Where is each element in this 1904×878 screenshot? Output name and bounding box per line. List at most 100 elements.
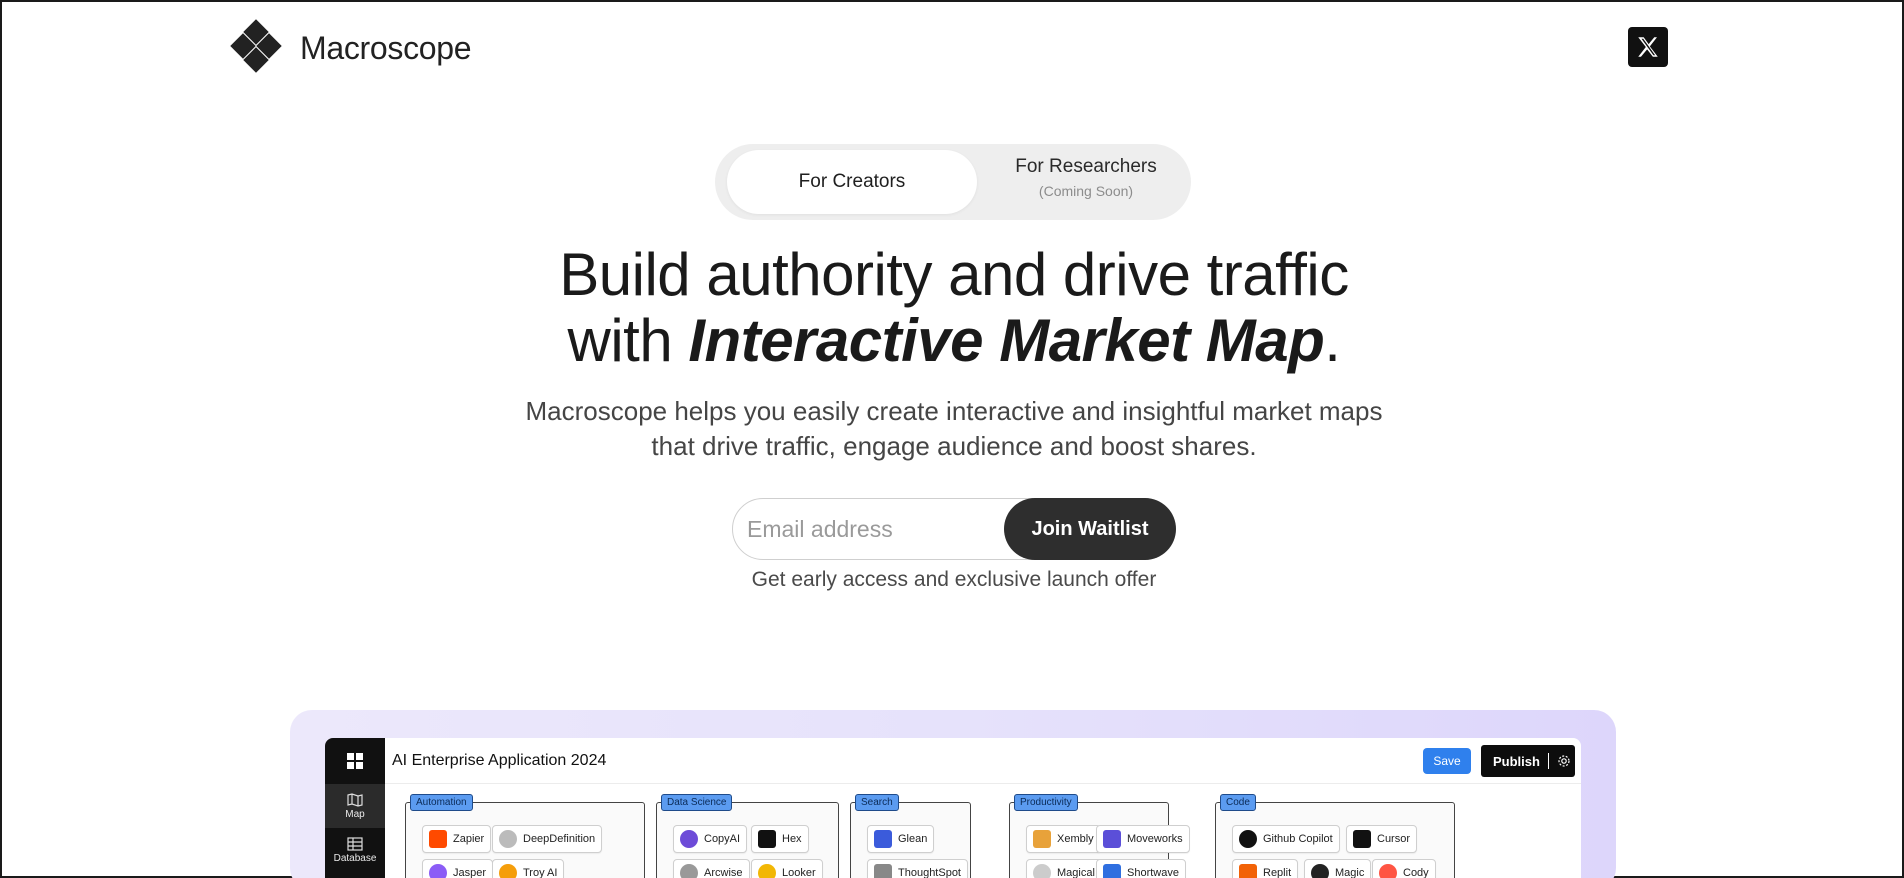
github-logo-icon xyxy=(1239,830,1257,848)
subline-line-2: that drive traffic, engage audience and … xyxy=(651,431,1257,461)
chip-label: DeepDefinition xyxy=(523,833,596,845)
category-tag: Automation xyxy=(410,794,473,811)
copyai-logo-icon xyxy=(680,830,698,848)
company-chip[interactable]: DeepDefinition xyxy=(492,825,603,853)
hero-subline: Macroscope helps you easily create inter… xyxy=(2,394,1904,464)
chip-label: Looker xyxy=(782,867,816,878)
company-chip[interactable]: Github Copilot xyxy=(1232,825,1340,853)
chip-label: Cody xyxy=(1403,867,1429,878)
looker-logo-icon xyxy=(758,864,776,878)
early-access-note: Get early access and exclusive launch of… xyxy=(751,568,1157,591)
cursor-logo-icon xyxy=(1353,830,1371,848)
chip-label: Magic xyxy=(1335,867,1365,878)
company-chip[interactable]: Moveworks xyxy=(1096,825,1190,853)
preview-topbar: AI Enterprise Application 2024 Save Publ… xyxy=(385,738,1581,784)
company-chip[interactable]: Magical xyxy=(1026,859,1102,878)
company-chip[interactable]: Jasper xyxy=(422,859,494,878)
company-chip[interactable]: Cursor xyxy=(1346,825,1418,853)
company-chip[interactable]: Replit xyxy=(1232,859,1299,878)
sidebar-item-label: Database xyxy=(333,852,377,864)
publish-button[interactable]: Publish xyxy=(1481,745,1575,777)
chip-label: Arcwise xyxy=(704,867,743,878)
grid-menu-icon[interactable] xyxy=(325,738,385,784)
map-title: AI Enterprise Application 2024 xyxy=(392,752,607,769)
category-tag: Data Science xyxy=(661,794,733,811)
chip-label: Glean xyxy=(898,833,928,845)
headline-line-2-suffix: . xyxy=(1324,307,1341,374)
divider xyxy=(1547,753,1549,769)
chip-label: Xembly xyxy=(1057,833,1094,845)
company-chip[interactable]: Magic xyxy=(1304,859,1372,878)
chip-label: Jasper xyxy=(453,867,487,878)
database-icon xyxy=(347,836,363,851)
waitlist-form: Join Waitlist xyxy=(732,498,1176,560)
category-code: Code Github Copilot Cursor Replit Magic … xyxy=(1215,794,1455,878)
category-data-science: Data Science CopyAI Hex Arcwise Looker xyxy=(656,794,839,878)
chip-label: Hex xyxy=(782,833,802,845)
category-tag: Code xyxy=(1220,794,1256,811)
chip-label: Zapier xyxy=(453,833,485,845)
coming-soon-note: (Coming Soon) xyxy=(1038,183,1134,199)
company-chip[interactable]: Troy AI xyxy=(492,859,565,878)
category-automation: Automation Zapier DeepDefinition Jasper … xyxy=(405,794,645,878)
company-chip[interactable]: Zapier xyxy=(422,825,492,853)
company-chip[interactable]: Xembly xyxy=(1026,825,1101,853)
brand-logo[interactable]: Macroscope xyxy=(228,19,472,76)
company-chip[interactable]: ThoughtSpot xyxy=(867,859,968,878)
hero-headline: Build authority and drive traffic with I… xyxy=(2,242,1904,374)
chip-label: Moveworks xyxy=(1127,833,1183,845)
chip-label: ThoughtSpot xyxy=(898,867,961,878)
map-icon xyxy=(347,792,363,807)
category-tag: Search xyxy=(855,794,899,811)
headline-line-1: Build authority and drive traffic xyxy=(559,241,1349,308)
company-chip[interactable]: Arcwise xyxy=(673,859,750,878)
macroscope-logo-icon xyxy=(228,19,284,76)
chip-label: Cursor xyxy=(1377,833,1411,845)
company-chip[interactable]: CopyAI xyxy=(673,825,748,853)
magical-logo-icon xyxy=(1033,864,1051,878)
arcwise-logo-icon xyxy=(680,864,698,878)
chip-label: Magical xyxy=(1057,867,1095,878)
tab-for-researchers-label: For Researchers xyxy=(1015,156,1157,177)
product-preview: Map Database AI Enterprise Application 2… xyxy=(290,710,1616,878)
company-chip[interactable]: Shortwave xyxy=(1096,859,1186,878)
tab-for-creators[interactable]: For Creators xyxy=(727,150,977,214)
company-chip[interactable]: Looker xyxy=(751,859,823,878)
subline-line-1: Macroscope helps you easily create inter… xyxy=(525,396,1383,426)
zapier-logo-icon xyxy=(429,830,447,848)
thoughtspot-logo-icon xyxy=(874,864,892,878)
chip-label: Shortwave xyxy=(1127,867,1179,878)
email-input[interactable] xyxy=(747,499,1007,559)
grid-icon xyxy=(347,753,363,769)
company-chip[interactable]: Cody xyxy=(1372,859,1436,878)
cody-logo-icon xyxy=(1379,864,1397,878)
audience-toggle: For Creators For Researchers (Coming Soo… xyxy=(715,144,1191,220)
hex-logo-icon xyxy=(758,830,776,848)
chip-label: Troy AI xyxy=(523,867,558,878)
x-logo-icon xyxy=(1638,37,1658,57)
category-search: Search Glean ThoughtSpot xyxy=(850,794,971,878)
chip-label: Replit xyxy=(1263,867,1292,878)
moveworks-logo-icon xyxy=(1103,830,1121,848)
magic-logo-icon xyxy=(1311,864,1329,878)
jasper-logo-icon xyxy=(429,864,447,878)
publish-label: Publish xyxy=(1493,753,1540,769)
category-productivity: Productivity Xembly Moveworks Magical Sh… xyxy=(1009,794,1190,878)
company-chip[interactable]: Hex xyxy=(751,825,809,853)
sidebar-item-label: Map xyxy=(345,808,365,820)
shortwave-logo-icon xyxy=(1103,864,1121,878)
brand-name: Macroscope xyxy=(300,29,472,66)
sidebar-item-database[interactable]: Database xyxy=(325,828,385,872)
x-social-button[interactable] xyxy=(1628,27,1668,67)
join-waitlist-button[interactable]: Join Waitlist xyxy=(1004,498,1176,560)
headline-line-2-prefix: with xyxy=(567,307,689,374)
category-tag: Productivity xyxy=(1014,794,1078,811)
chip-label: Github Copilot xyxy=(1263,833,1333,845)
xembly-logo-icon xyxy=(1033,830,1051,848)
company-chip[interactable]: Glean xyxy=(867,825,935,853)
sidebar-item-map[interactable]: Map xyxy=(325,784,385,828)
tab-for-researchers[interactable]: For Researchers (Coming Soon) xyxy=(993,156,1179,199)
gear-icon[interactable] xyxy=(1557,754,1571,768)
save-button[interactable]: Save xyxy=(1423,748,1471,774)
preview-app-window: Map Database AI Enterprise Application 2… xyxy=(325,738,1581,878)
